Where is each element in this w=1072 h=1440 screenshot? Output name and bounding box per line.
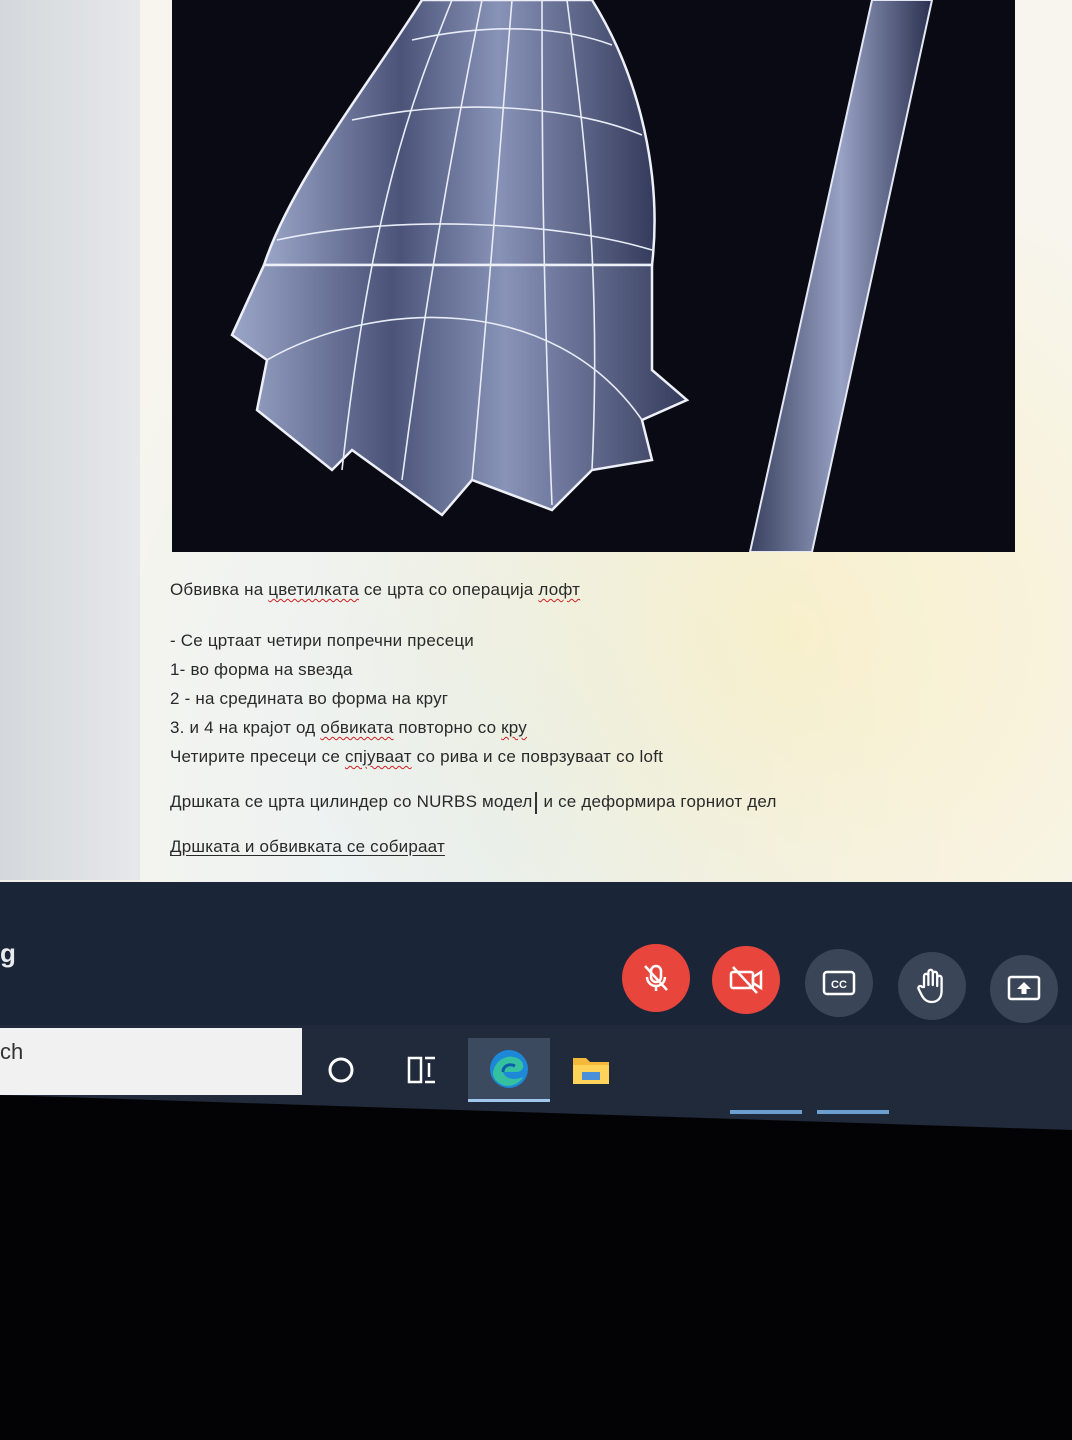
hand-icon bbox=[917, 968, 943, 1004]
file-explorer-button[interactable] bbox=[552, 1038, 630, 1102]
present-button[interactable] bbox=[990, 955, 1058, 1023]
doc-line-1: Обвивка на цветилката се црта со операци… bbox=[170, 575, 1030, 604]
doc-line-8: Дршката и обвивката се собираат bbox=[170, 837, 445, 856]
monitor-screen: Обвивка на цветилката се црта со операци… bbox=[0, 0, 1072, 1130]
text-run: л bbox=[522, 792, 533, 811]
running-app-indicator bbox=[817, 1110, 889, 1114]
doc-line-7: Дршката се црта цилиндер со NURBS модел … bbox=[170, 787, 1030, 816]
search-placeholder: ch bbox=[0, 1039, 24, 1064]
captions-label: CC bbox=[831, 979, 847, 991]
misspelled-word: обвиката bbox=[320, 718, 394, 737]
doc-line-2: - Се цртаат четири попречни пресеци bbox=[170, 631, 474, 650]
text-run: со рива и се поврзуваат со loft bbox=[411, 747, 664, 766]
text-run: Дршката се црта цилиндер со NURBS моде bbox=[170, 792, 523, 811]
lamp-shade-render-image bbox=[172, 0, 1015, 552]
meeting-title: g bbox=[0, 938, 16, 968]
raise-hand-button[interactable] bbox=[898, 952, 966, 1020]
misspelled-word: цветилката bbox=[268, 580, 359, 599]
monitor-bezel bbox=[0, 1095, 1072, 1440]
text-run: Обвивка на bbox=[170, 580, 269, 599]
camera-off-icon bbox=[729, 966, 763, 994]
mic-off-button[interactable] bbox=[622, 944, 690, 1012]
file-explorer-icon bbox=[573, 1058, 609, 1084]
task-view-icon bbox=[407, 1056, 435, 1084]
running-app-indicator bbox=[730, 1110, 802, 1114]
doc-line-4: 2 - на средината во форма на круг bbox=[170, 689, 449, 708]
text-run: повторно со bbox=[393, 718, 502, 737]
misspelled-word: спјуваат bbox=[344, 747, 412, 766]
misspelled-word: кру bbox=[501, 718, 527, 737]
mic-off-icon bbox=[644, 964, 668, 991]
cortana-button[interactable] bbox=[302, 1038, 380, 1102]
text-run: се црта со операција bbox=[358, 580, 539, 599]
cc-icon: CC bbox=[822, 970, 856, 996]
doc-line-6: Четирите пресеци се спјуваат со рива и с… bbox=[170, 742, 1030, 771]
edge-taskbar-button[interactable] bbox=[468, 1038, 550, 1102]
text-run: 3. и 4 на крајот од bbox=[170, 718, 321, 737]
document-body[interactable]: Обвивка на цветилката се црта со операци… bbox=[170, 575, 1030, 861]
text-run: Четирите пресеци се bbox=[170, 747, 345, 766]
edge-icon bbox=[490, 1049, 528, 1088]
cortana-circle-icon bbox=[328, 1057, 354, 1083]
captions-button[interactable]: CC bbox=[805, 949, 873, 1017]
text-cursor bbox=[534, 791, 537, 814]
task-view-button[interactable] bbox=[383, 1038, 461, 1102]
doc-line-3: 1- во форма на ѕвезда bbox=[170, 660, 353, 679]
taskbar-search-box[interactable]: ch bbox=[0, 1028, 302, 1095]
left-pane bbox=[0, 0, 140, 880]
text-run: и се деформира горниот дел bbox=[538, 792, 777, 811]
misspelled-word: лофт bbox=[538, 580, 581, 599]
present-screen-icon bbox=[1007, 975, 1041, 1001]
doc-line-5: 3. и 4 на крајот од обвиката повторно со… bbox=[170, 713, 1030, 742]
camera-off-button[interactable] bbox=[712, 946, 780, 1014]
